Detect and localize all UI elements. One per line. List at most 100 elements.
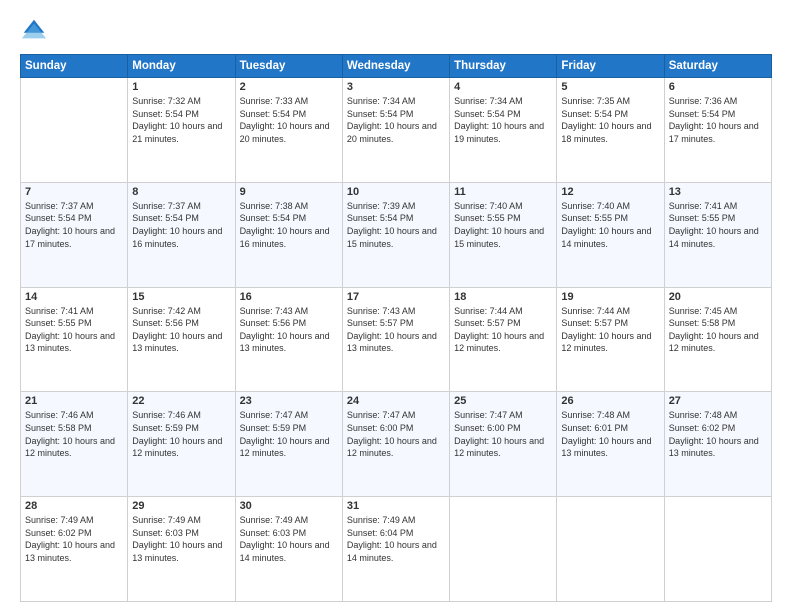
- day-number: 26: [561, 395, 659, 407]
- logo: [20, 16, 52, 44]
- day-number: 25: [454, 395, 552, 407]
- day-info: Sunrise: 7:49 AMSunset: 6:04 PMDaylight:…: [347, 514, 445, 564]
- day-number: 10: [347, 186, 445, 198]
- calendar-week-row: 28Sunrise: 7:49 AMSunset: 6:02 PMDayligh…: [21, 497, 772, 602]
- col-wednesday: Wednesday: [342, 55, 449, 78]
- day-number: 30: [240, 500, 338, 512]
- table-row: [450, 497, 557, 602]
- day-number: 5: [561, 81, 659, 93]
- table-row: 20 Sunrise: 7:45 AMSunset: 5:58 PMDayligh…: [664, 287, 771, 392]
- day-info: Sunrise: 7:36 AMSunset: 5:54 PMDaylight:…: [669, 95, 767, 145]
- table-row: 7 Sunrise: 7:37 AMSunset: 5:54 PMDaylight…: [21, 182, 128, 287]
- table-row: 2 Sunrise: 7:33 AMSunset: 5:54 PMDaylight…: [235, 78, 342, 183]
- day-number: 14: [25, 291, 123, 303]
- col-saturday: Saturday: [664, 55, 771, 78]
- table-row: 30 Sunrise: 7:49 AMSunset: 6:03 PMDayligh…: [235, 497, 342, 602]
- day-info: Sunrise: 7:48 AMSunset: 6:02 PMDaylight:…: [669, 409, 767, 459]
- day-info: Sunrise: 7:34 AMSunset: 5:54 PMDaylight:…: [347, 95, 445, 145]
- day-number: 27: [669, 395, 767, 407]
- day-number: 23: [240, 395, 338, 407]
- table-row: 31Sunrise: 7:49 AMSunset: 6:04 PMDayligh…: [342, 497, 449, 602]
- table-row: 27 Sunrise: 7:48 AMSunset: 6:02 PMDayligh…: [664, 392, 771, 497]
- day-number: 20: [669, 291, 767, 303]
- day-number: 9: [240, 186, 338, 198]
- day-info: Sunrise: 7:43 AMSunset: 5:56 PMDaylight:…: [240, 305, 338, 355]
- day-number: 15: [132, 291, 230, 303]
- table-row: 11Sunrise: 7:40 AMSunset: 5:55 PMDayligh…: [450, 182, 557, 287]
- day-number: 6: [669, 81, 767, 93]
- table-row: 14 Sunrise: 7:41 AMSunset: 5:55 PMDayligh…: [21, 287, 128, 392]
- day-info: Sunrise: 7:34 AMSunset: 5:54 PMDaylight:…: [454, 95, 552, 145]
- table-row: 17Sunrise: 7:43 AMSunset: 5:57 PMDayligh…: [342, 287, 449, 392]
- calendar-week-row: 21 Sunrise: 7:46 AMSunset: 5:58 PMDayligh…: [21, 392, 772, 497]
- day-info: Sunrise: 7:49 AMSunset: 6:02 PMDaylight:…: [25, 514, 123, 564]
- day-number: 3: [347, 81, 445, 93]
- day-info: Sunrise: 7:38 AMSunset: 5:54 PMDaylight:…: [240, 200, 338, 250]
- day-number: 22: [132, 395, 230, 407]
- day-info: Sunrise: 7:37 AMSunset: 5:54 PMDaylight:…: [25, 200, 123, 250]
- day-info: Sunrise: 7:49 AMSunset: 6:03 PMDaylight:…: [132, 514, 230, 564]
- col-friday: Friday: [557, 55, 664, 78]
- day-number: 8: [132, 186, 230, 198]
- day-number: 19: [561, 291, 659, 303]
- day-number: 24: [347, 395, 445, 407]
- table-row: 28Sunrise: 7:49 AMSunset: 6:02 PMDayligh…: [21, 497, 128, 602]
- table-row: [557, 497, 664, 602]
- table-row: 18 Sunrise: 7:44 AMSunset: 5:57 PMDayligh…: [450, 287, 557, 392]
- day-number: 21: [25, 395, 123, 407]
- table-row: 26 Sunrise: 7:48 AMSunset: 6:01 PMDayligh…: [557, 392, 664, 497]
- day-number: 7: [25, 186, 123, 198]
- col-thursday: Thursday: [450, 55, 557, 78]
- table-row: 19 Sunrise: 7:44 AMSunset: 5:57 PMDayligh…: [557, 287, 664, 392]
- day-info: Sunrise: 7:41 AMSunset: 5:55 PMDaylight:…: [25, 305, 123, 355]
- day-info: Sunrise: 7:41 AMSunset: 5:55 PMDaylight:…: [669, 200, 767, 250]
- calendar-week-row: 7 Sunrise: 7:37 AMSunset: 5:54 PMDaylight…: [21, 182, 772, 287]
- day-info: Sunrise: 7:40 AMSunset: 5:55 PMDaylight:…: [561, 200, 659, 250]
- table-row: 12Sunrise: 7:40 AMSunset: 5:55 PMDayligh…: [557, 182, 664, 287]
- table-row: 9 Sunrise: 7:38 AMSunset: 5:54 PMDaylight…: [235, 182, 342, 287]
- col-sunday: Sunday: [21, 55, 128, 78]
- day-number: 1: [132, 81, 230, 93]
- day-info: Sunrise: 7:45 AMSunset: 5:58 PMDaylight:…: [669, 305, 767, 355]
- table-row: 29Sunrise: 7:49 AMSunset: 6:03 PMDayligh…: [128, 497, 235, 602]
- col-monday: Monday: [128, 55, 235, 78]
- day-info: Sunrise: 7:48 AMSunset: 6:01 PMDaylight:…: [561, 409, 659, 459]
- calendar-week-row: 1Sunrise: 7:32 AMSunset: 5:54 PMDaylight…: [21, 78, 772, 183]
- header: [20, 16, 772, 44]
- calendar-header-row: Sunday Monday Tuesday Wednesday Thursday…: [21, 55, 772, 78]
- table-row: 4 Sunrise: 7:34 AMSunset: 5:54 PMDaylight…: [450, 78, 557, 183]
- page: Sunday Monday Tuesday Wednesday Thursday…: [0, 0, 792, 612]
- day-info: Sunrise: 7:47 AMSunset: 5:59 PMDaylight:…: [240, 409, 338, 459]
- table-row: 23 Sunrise: 7:47 AMSunset: 5:59 PMDayligh…: [235, 392, 342, 497]
- day-info: Sunrise: 7:46 AMSunset: 5:59 PMDaylight:…: [132, 409, 230, 459]
- day-info: Sunrise: 7:33 AMSunset: 5:54 PMDaylight:…: [240, 95, 338, 145]
- day-info: Sunrise: 7:35 AMSunset: 5:54 PMDaylight:…: [561, 95, 659, 145]
- table-row: 3 Sunrise: 7:34 AMSunset: 5:54 PMDaylight…: [342, 78, 449, 183]
- day-info: Sunrise: 7:49 AMSunset: 6:03 PMDaylight:…: [240, 514, 338, 564]
- table-row: 6 Sunrise: 7:36 AMSunset: 5:54 PMDaylight…: [664, 78, 771, 183]
- col-tuesday: Tuesday: [235, 55, 342, 78]
- table-row: [21, 78, 128, 183]
- day-info: Sunrise: 7:44 AMSunset: 5:57 PMDaylight:…: [561, 305, 659, 355]
- table-row: 15Sunrise: 7:42 AMSunset: 5:56 PMDayligh…: [128, 287, 235, 392]
- table-row: 21 Sunrise: 7:46 AMSunset: 5:58 PMDayligh…: [21, 392, 128, 497]
- day-info: Sunrise: 7:47 AMSunset: 6:00 PMDaylight:…: [454, 409, 552, 459]
- table-row: 24 Sunrise: 7:47 AMSunset: 6:00 PMDayligh…: [342, 392, 449, 497]
- table-row: 13 Sunrise: 7:41 AMSunset: 5:55 PMDayligh…: [664, 182, 771, 287]
- table-row: [664, 497, 771, 602]
- table-row: 16 Sunrise: 7:43 AMSunset: 5:56 PMDayligh…: [235, 287, 342, 392]
- day-info: Sunrise: 7:44 AMSunset: 5:57 PMDaylight:…: [454, 305, 552, 355]
- day-number: 2: [240, 81, 338, 93]
- day-number: 18: [454, 291, 552, 303]
- table-row: 1Sunrise: 7:32 AMSunset: 5:54 PMDaylight…: [128, 78, 235, 183]
- table-row: 25 Sunrise: 7:47 AMSunset: 6:00 PMDayligh…: [450, 392, 557, 497]
- day-number: 16: [240, 291, 338, 303]
- day-info: Sunrise: 7:47 AMSunset: 6:00 PMDaylight:…: [347, 409, 445, 459]
- day-number: 13: [669, 186, 767, 198]
- calendar-week-row: 14 Sunrise: 7:41 AMSunset: 5:55 PMDayligh…: [21, 287, 772, 392]
- day-info: Sunrise: 7:43 AMSunset: 5:57 PMDaylight:…: [347, 305, 445, 355]
- table-row: 22 Sunrise: 7:46 AMSunset: 5:59 PMDayligh…: [128, 392, 235, 497]
- day-number: 4: [454, 81, 552, 93]
- logo-icon: [20, 16, 48, 44]
- day-info: Sunrise: 7:46 AMSunset: 5:58 PMDaylight:…: [25, 409, 123, 459]
